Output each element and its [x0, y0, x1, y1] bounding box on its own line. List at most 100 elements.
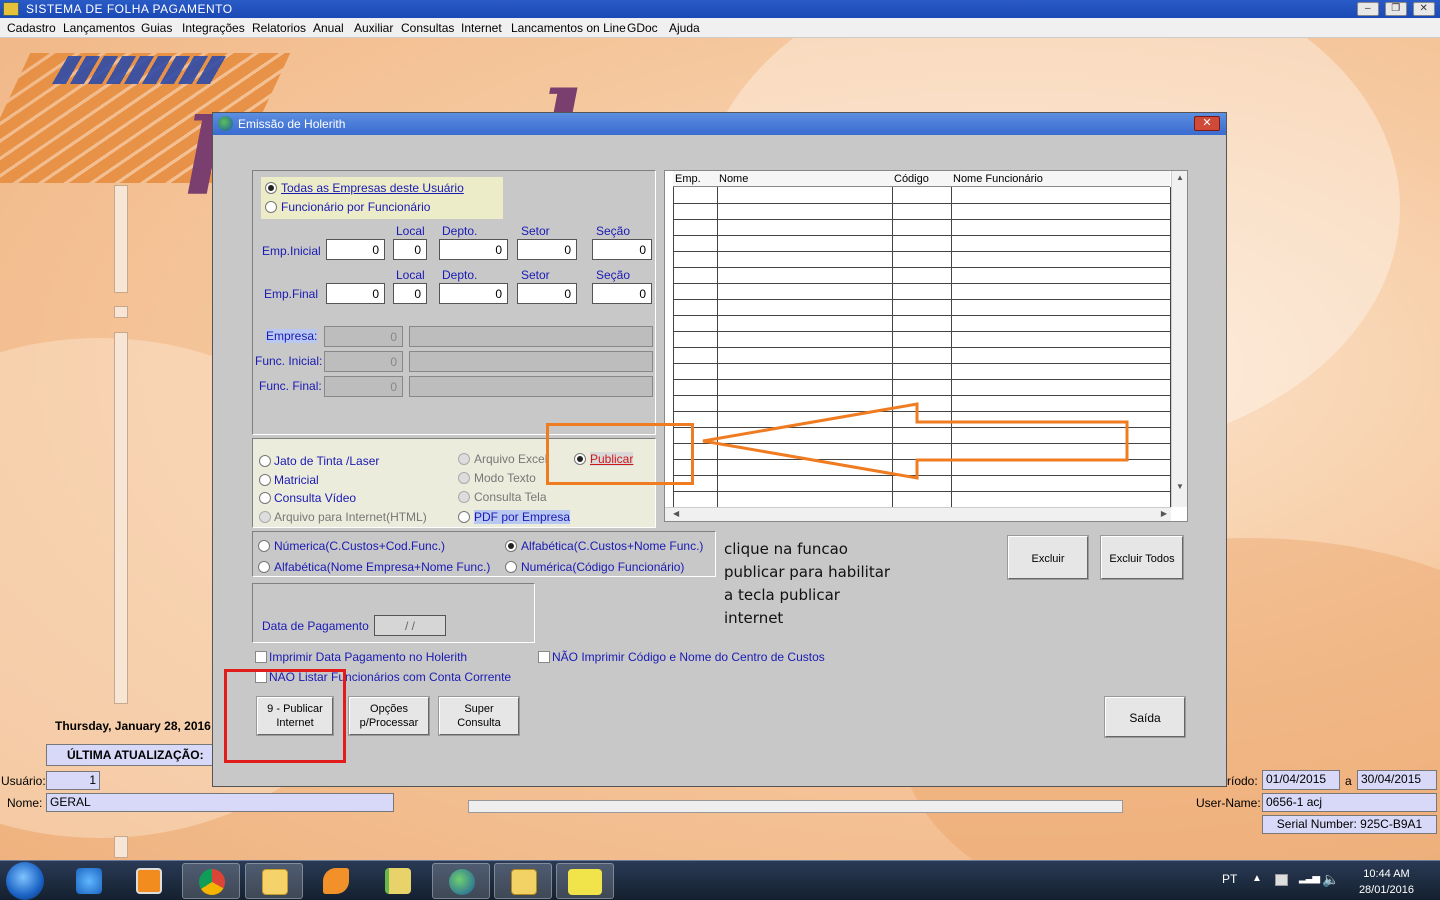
- close-icon[interactable]: ✕: [1413, 2, 1435, 16]
- super-consulta-button[interactable]: Super Consulta: [439, 697, 519, 735]
- radio-numerica-codigo[interactable]: [505, 561, 517, 573]
- menu-gdoc[interactable]: GDoc: [627, 21, 658, 35]
- menu-lancamentos[interactable]: Lançamentos: [63, 21, 135, 35]
- taskbar-ie[interactable]: [60, 863, 118, 899]
- grid-header-codigo[interactable]: Código: [892, 171, 951, 187]
- radio-arquivo-excel[interactable]: [458, 453, 470, 465]
- radio-matricial[interactable]: [259, 474, 271, 486]
- radio-numerica-ccustos[interactable]: [258, 540, 270, 552]
- depto-inicial-input[interactable]: 0: [439, 239, 508, 260]
- radio-consulta-tela[interactable]: [458, 491, 470, 503]
- emp-final-input[interactable]: 0: [326, 283, 385, 304]
- taskbar-chrome[interactable]: [182, 863, 240, 899]
- menu-lancamentos-online[interactable]: Lancamentos on Line: [511, 21, 626, 35]
- start-button[interactable]: [6, 862, 44, 900]
- local-final-input[interactable]: 0: [393, 283, 427, 304]
- scroll-up-icon[interactable]: ▲: [1176, 173, 1184, 182]
- opcoes-line1: Opções: [370, 703, 408, 715]
- nome-field[interactable]: GERAL: [46, 793, 394, 812]
- grid-vertical-scrollbar[interactable]: ▲ ▼: [1171, 171, 1187, 507]
- usuario-field[interactable]: 1: [46, 771, 100, 790]
- func-inicial-name-input[interactable]: [409, 351, 653, 372]
- radio-consulta-video[interactable]: [259, 492, 271, 504]
- opcoes-processar-button[interactable]: Opções p/Processar: [349, 697, 429, 735]
- taskbar-folha[interactable]: [556, 863, 614, 899]
- periodo-sep: a: [1345, 774, 1352, 788]
- emp-inicial-input[interactable]: 0: [326, 239, 385, 260]
- chk-nao-imprimir-ccustos[interactable]: [538, 651, 550, 663]
- taskbar-fox[interactable]: [307, 863, 365, 899]
- scroll-left-icon[interactable]: ◀: [673, 509, 679, 518]
- menu-anual[interactable]: Anual: [313, 21, 344, 35]
- tray-expand-icon[interactable]: ▲: [1252, 873, 1262, 884]
- grid-horizontal-scrollbar[interactable]: ◀ ▶: [665, 507, 1171, 521]
- radio-modo-texto[interactable]: [458, 472, 470, 484]
- setor-inicial-input[interactable]: 0: [517, 239, 577, 260]
- secao-inicial-input[interactable]: 0: [592, 239, 652, 260]
- func-final-code-input[interactable]: 0: [324, 376, 403, 397]
- data-pagamento-input[interactable]: / /: [374, 615, 446, 636]
- empresa-code-input[interactable]: 0: [324, 326, 403, 347]
- folha-prosol-icon: [568, 869, 602, 895]
- menu-internet[interactable]: Internet: [461, 21, 502, 35]
- publicar-button-highlight-box: [224, 669, 346, 763]
- taskbar-mail[interactable]: [245, 863, 303, 899]
- restore-icon[interactable]: ❐: [1385, 2, 1407, 16]
- radio-arquivo-internet[interactable]: [259, 511, 271, 523]
- scroll-down-icon[interactable]: ▼: [1176, 482, 1184, 491]
- menu-guias[interactable]: Guias: [141, 21, 172, 35]
- radio-todas-empresas[interactable]: [265, 182, 277, 194]
- nao-imprimir-ccustos-label: NÃO Imprimir Código e Nome do Centro de …: [552, 650, 825, 664]
- grid-header-nome-funcionario[interactable]: Nome Funcionário: [951, 171, 1170, 187]
- setor-final-input[interactable]: 0: [517, 283, 577, 304]
- excluir-button[interactable]: Excluir: [1008, 536, 1088, 579]
- language-indicator[interactable]: PT: [1222, 872, 1237, 886]
- files-icon: [385, 868, 411, 894]
- radio-alfabetica-ccustos[interactable]: [505, 540, 517, 552]
- radio-alfabetica-empresa[interactable]: [258, 561, 270, 573]
- saida-button[interactable]: Saída: [1105, 697, 1185, 737]
- menu-consultas[interactable]: Consultas: [401, 21, 454, 35]
- excluir-todos-button[interactable]: Excluir Todos: [1101, 536, 1183, 579]
- menu-relatorios[interactable]: Relatorios: [252, 21, 306, 35]
- scroll-right-icon[interactable]: ▶: [1161, 509, 1167, 518]
- local-inicial-input[interactable]: 0: [393, 239, 427, 260]
- dialog-close-icon[interactable]: ✕: [1194, 116, 1220, 131]
- volume-icon[interactable]: 🔈: [1322, 871, 1339, 888]
- globe-app-icon: [449, 869, 475, 895]
- secao-label: Seção: [596, 224, 631, 238]
- radio-funcionario[interactable]: [265, 201, 277, 213]
- radio-jato-tinta[interactable]: [259, 455, 271, 467]
- func-final-name-input[interactable]: [409, 376, 653, 397]
- local-label: Local: [396, 224, 425, 238]
- taskbar-clock[interactable]: 10:44 AM 28/01/2016: [1359, 866, 1414, 898]
- empresa-name-input[interactable]: [409, 326, 653, 347]
- periodo-from-field[interactable]: 01/04/2015: [1262, 770, 1340, 790]
- taskbar-globe[interactable]: [432, 863, 490, 899]
- jato-tinta-label: Jato de Tinta /Laser: [274, 454, 380, 468]
- depto-final-input[interactable]: 0: [439, 283, 508, 304]
- menu-cadastro[interactable]: Cadastro: [7, 21, 56, 35]
- minimize-icon[interactable]: –: [1357, 2, 1379, 16]
- func-inicial-code-input[interactable]: 0: [324, 351, 403, 372]
- grid-header-emp[interactable]: Emp.: [673, 171, 717, 187]
- numerica-codigo-label: Numérica(Código Funcionário): [521, 560, 685, 574]
- chk-imprimir-data[interactable]: [255, 651, 267, 663]
- usuario-label: Usuário:: [1, 774, 46, 788]
- username-field[interactable]: 0656-1 acj: [1262, 793, 1437, 812]
- radio-pdf-empresa[interactable]: [458, 511, 470, 523]
- taskbar-explorer[interactable]: [494, 863, 552, 899]
- taskbar-files[interactable]: [369, 863, 427, 899]
- menu-integracoes[interactable]: Integrações: [182, 21, 245, 35]
- periodo-to-field[interactable]: 30/04/2015: [1357, 770, 1437, 790]
- grid-row-line: [673, 267, 1170, 268]
- alfabetica-ccustos-label: Alfabética(C.Custos+Nome Func.): [521, 539, 704, 553]
- taskbar-media[interactable]: [120, 863, 178, 899]
- menu-auxiliar[interactable]: Auxiliar: [354, 21, 393, 35]
- menu-ajuda[interactable]: Ajuda: [669, 21, 700, 35]
- network-icon[interactable]: ▂▃▅: [1299, 873, 1320, 884]
- action-center-icon[interactable]: [1275, 874, 1288, 886]
- grid-header-nome[interactable]: Nome: [717, 171, 892, 187]
- depto-label-2: Depto.: [442, 268, 478, 282]
- secao-final-input[interactable]: 0: [592, 283, 652, 304]
